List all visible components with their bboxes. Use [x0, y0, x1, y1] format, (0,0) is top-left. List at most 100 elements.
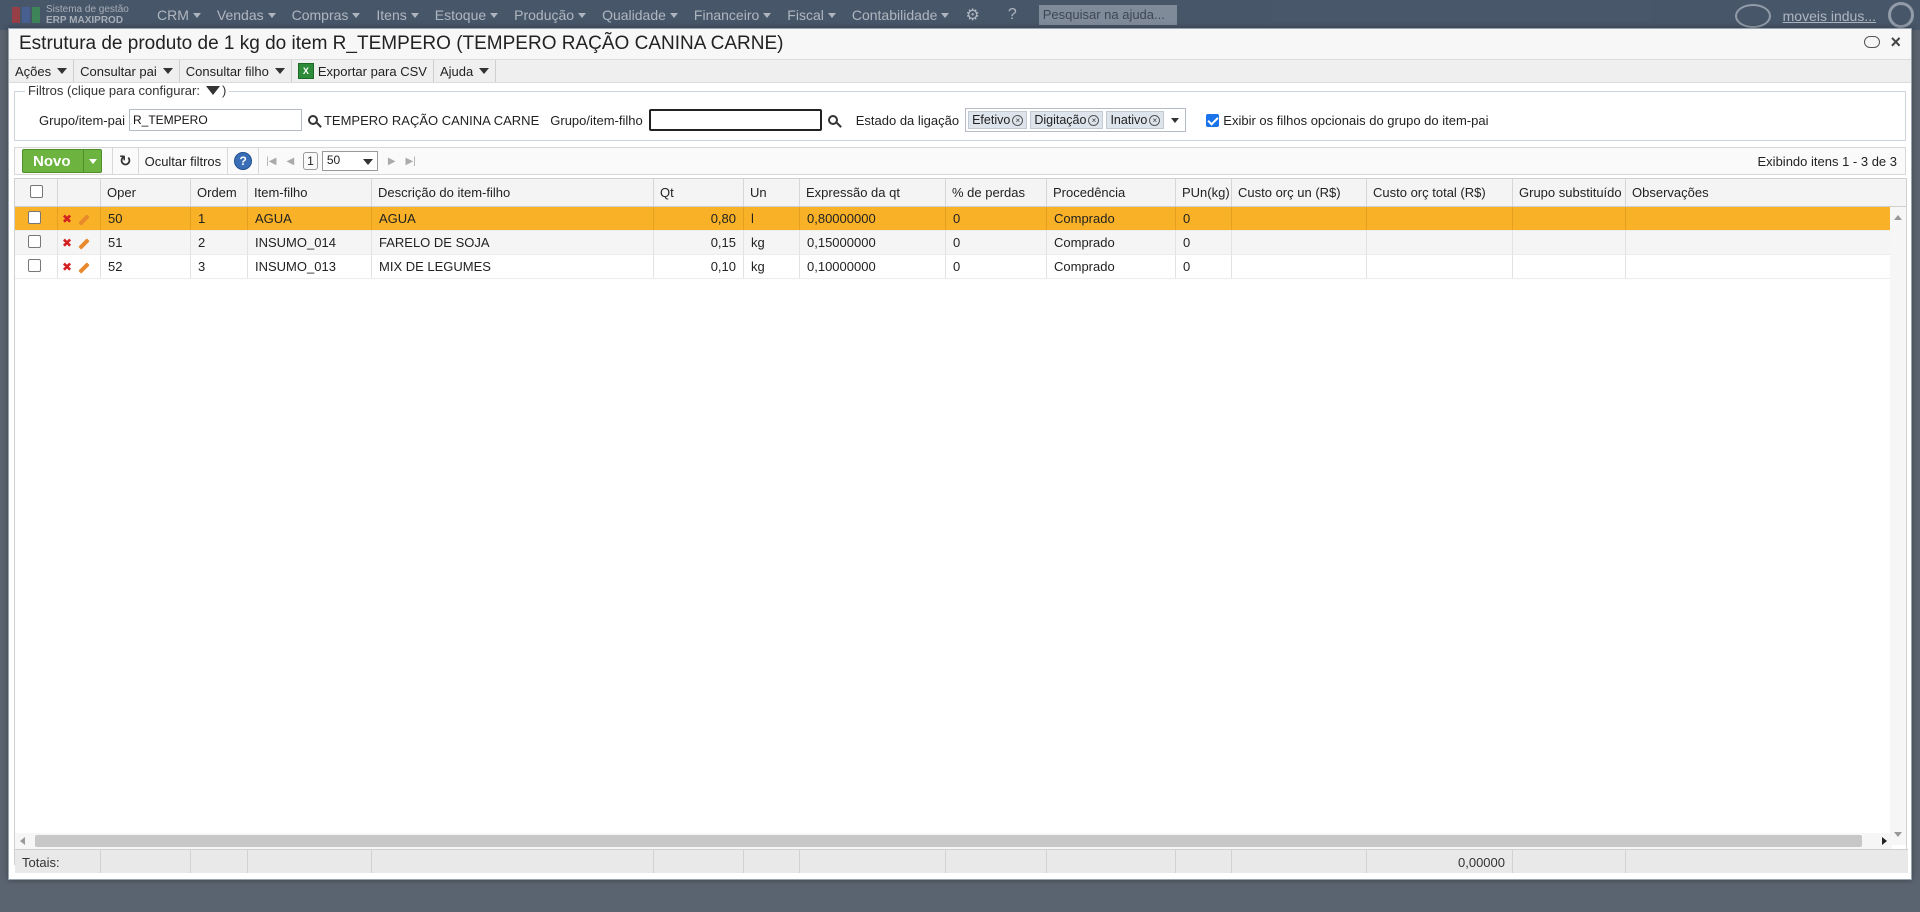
consultar-filho-button[interactable]: Consultar filho — [180, 60, 292, 82]
header-grupo-substituido[interactable]: Grupo substituído — [1513, 179, 1626, 206]
cell-expressao: 0,15000000 — [800, 231, 946, 254]
menu-crm[interactable]: CRM — [147, 7, 201, 23]
horizontal-scrollbar[interactable] — [15, 833, 1892, 849]
acoes-menu-button[interactable]: Ações — [9, 60, 75, 82]
row-select-cell — [15, 207, 58, 230]
chat-icon[interactable] — [1864, 36, 1881, 48]
edit-pencil-icon[interactable] — [78, 261, 90, 274]
opcionais-checkbox[interactable] — [1206, 113, 1220, 127]
scroll-up-icon[interactable] — [1894, 215, 1902, 220]
table-row[interactable]: ✖ 50 1 AGUA AGUA 0,80 l 0,80000000 0 Com… — [15, 207, 1906, 231]
item-filho-input[interactable] — [648, 109, 822, 131]
scroll-down-icon[interactable] — [1894, 832, 1902, 837]
delete-icon[interactable]: ✖ — [62, 212, 72, 226]
cell-un: kg — [744, 231, 800, 254]
table-row[interactable]: ✖ 51 2 INSUMO_014 FARELO DE SOJA 0,15 kg… — [15, 231, 1906, 255]
cell-ordem: 1 — [191, 207, 248, 230]
next-page-icon[interactable]: ▶ — [388, 156, 396, 167]
header-observacoes[interactable]: Observações — [1626, 179, 1886, 206]
gear-icon[interactable]: ⚙ — [965, 5, 979, 25]
menu-itens[interactable]: Itens — [366, 7, 420, 23]
delete-icon[interactable]: ✖ — [62, 260, 72, 274]
menu-producao[interactable]: Produção — [504, 7, 587, 23]
chip-efetivo[interactable]: Efetivo × — [968, 111, 1028, 129]
menu-vendas[interactable]: Vendas — [207, 7, 276, 23]
filters-legend-close: ) — [221, 83, 227, 98]
vertical-scrollbar[interactable] — [1890, 207, 1906, 845]
background-footer — [0, 884, 1920, 912]
row-checkbox[interactable] — [28, 235, 41, 248]
menu-fiscal[interactable]: Fiscal — [777, 7, 836, 23]
menu-compras[interactable]: Compras — [282, 7, 361, 23]
edit-pencil-icon[interactable] — [78, 213, 90, 226]
page-number[interactable]: 1 — [303, 152, 318, 170]
edit-pencil-icon[interactable] — [78, 237, 90, 250]
chevron-down-icon[interactable] — [1171, 117, 1180, 123]
app-logo[interactable]: Sistema de gestão ERP MAXIPROD — [12, 4, 137, 26]
first-page-icon[interactable]: |◀ — [266, 156, 276, 167]
cell-descricao: FARELO DE SOJA — [372, 231, 654, 254]
consultar-pai-button[interactable]: Consultar pai — [74, 60, 180, 82]
chevron-down-icon[interactable] — [83, 150, 101, 172]
header-un[interactable]: Un — [744, 179, 800, 206]
page-size-select[interactable]: 50 — [321, 151, 378, 171]
delete-icon[interactable]: ✖ — [62, 236, 72, 250]
header-qt[interactable]: Qt — [654, 179, 744, 206]
cell-ordem: 2 — [191, 231, 248, 254]
ajuda-menu-button[interactable]: Ajuda — [434, 60, 497, 82]
user-name-link[interactable]: moveis indus... — [1783, 8, 1876, 24]
item-pai-input[interactable] — [128, 109, 302, 131]
header-perdas[interactable]: % de perdas — [946, 179, 1047, 206]
close-icon[interactable]: × — [1890, 33, 1901, 51]
menu-qualidade[interactable]: Qualidade — [592, 7, 678, 23]
row-select-cell — [15, 255, 58, 278]
chip-digitacao[interactable]: Digitação × — [1030, 111, 1104, 129]
menu-contabilidade[interactable]: Contabilidade — [842, 7, 950, 23]
menu-financeiro[interactable]: Financeiro — [684, 7, 772, 23]
scroll-right-icon[interactable] — [1882, 837, 1887, 845]
search-icon[interactable] — [307, 115, 318, 125]
last-page-icon[interactable]: ▶| — [406, 156, 416, 167]
filters-legend[interactable]: Filtros (clique para configurar: ) — [25, 83, 230, 98]
chip-inativo[interactable]: Inativo × — [1106, 111, 1165, 129]
cell-custo-total — [1367, 231, 1513, 254]
scroll-left-icon[interactable] — [20, 837, 25, 845]
refresh-icon[interactable]: ↻ — [119, 152, 132, 170]
cell-custo-total — [1367, 255, 1513, 278]
header-procedencia[interactable]: Procedência — [1047, 179, 1176, 206]
search-icon[interactable] — [827, 115, 838, 125]
header-ordem[interactable]: Ordem — [191, 179, 248, 206]
header-custo-total[interactable]: Custo orç total (R$) — [1367, 179, 1513, 206]
table-row[interactable]: ✖ 52 3 INSUMO_013 MIX DE LEGUMES 0,10 kg… — [15, 255, 1906, 279]
header-oper[interactable]: Oper — [101, 179, 191, 206]
row-actions: ✖ — [58, 207, 101, 230]
row-checkbox[interactable] — [28, 211, 41, 224]
cell-custo-total — [1367, 207, 1513, 230]
help-search-input[interactable]: Pesquisar na ajuda... — [1038, 5, 1177, 25]
header-expressao[interactable]: Expressão da qt — [800, 179, 946, 206]
funnel-icon[interactable] — [205, 86, 220, 95]
power-icon[interactable] — [1888, 2, 1914, 28]
help-circle-icon[interactable]: ? — [1008, 6, 1017, 24]
remove-chip-icon[interactable]: × — [1149, 114, 1161, 126]
remove-chip-icon[interactable]: × — [1088, 114, 1100, 126]
prev-page-icon[interactable]: ◀ — [286, 156, 294, 167]
header-item-filho[interactable]: Item-filho — [248, 179, 372, 206]
novo-button[interactable]: Novo — [22, 149, 102, 173]
header-pun[interactable]: PUn(kg) — [1176, 179, 1232, 206]
filho-label: Grupo/item-filho — [550, 112, 643, 128]
header-custo-un[interactable]: Custo orç un (R$) — [1232, 179, 1367, 206]
select-all-checkbox[interactable] — [30, 185, 43, 198]
estado-multiselect[interactable]: Efetivo × Digitação × Inativo × — [965, 108, 1187, 132]
help-icon[interactable]: ? — [234, 152, 253, 170]
header-descricao[interactable]: Descrição do item-filho — [372, 179, 654, 206]
ocultar-filtros-button[interactable]: Ocultar filtros — [145, 154, 222, 169]
exportar-csv-button[interactable]: X Exportar para CSV — [292, 60, 434, 82]
pai-label: Grupo/item-pai — [39, 112, 125, 128]
user-menu[interactable]: moveis indus... — [1734, 4, 1876, 28]
row-actions: ✖ — [58, 231, 101, 254]
remove-chip-icon[interactable]: × — [1012, 114, 1024, 126]
row-checkbox[interactable] — [28, 259, 41, 272]
scrollbar-thumb[interactable] — [35, 835, 1862, 847]
menu-estoque[interactable]: Estoque — [425, 7, 499, 23]
